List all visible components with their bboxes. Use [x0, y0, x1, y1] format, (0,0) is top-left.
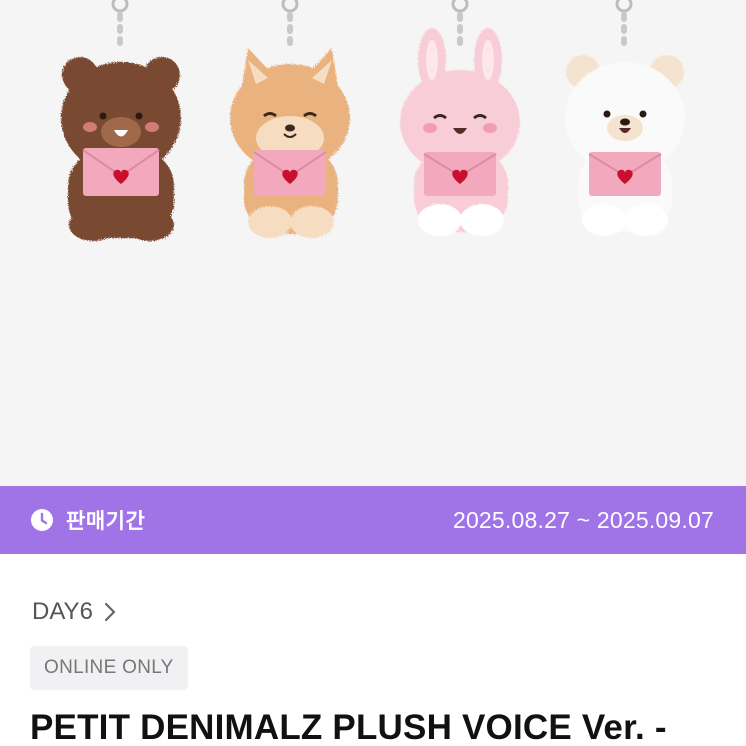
- white-bear-plush: [565, 0, 685, 236]
- artist-link[interactable]: DAY6: [32, 598, 117, 626]
- plush-keyrings-illustration: [61, 0, 685, 241]
- bunny-plush: [400, 0, 520, 236]
- sale-period-label-group: 판매기간: [30, 505, 145, 535]
- bear-plush: [61, 0, 181, 241]
- online-only-badge: ONLINE ONLY: [30, 646, 188, 690]
- sale-period-label: 판매기간: [66, 509, 146, 533]
- sale-period-bar: 판매기간 2025.08.27 ~ 2025.09.07: [0, 486, 746, 554]
- product-image[interactable]: [0, 0, 746, 486]
- product-details: DAY6 ONLINE ONLY PETIT DENIMALZ PLUSH VO…: [0, 554, 746, 746]
- product-title: PETIT DENIMALZ PLUSH VOICE Ver. -: [30, 708, 667, 746]
- clock-icon: [31, 509, 53, 531]
- artist-name: DAY6: [32, 598, 93, 625]
- fox-plush: [230, 0, 350, 238]
- chevron-right-icon: [104, 602, 116, 622]
- sale-period-dates: 2025.08.27 ~ 2025.09.07: [452, 506, 714, 533]
